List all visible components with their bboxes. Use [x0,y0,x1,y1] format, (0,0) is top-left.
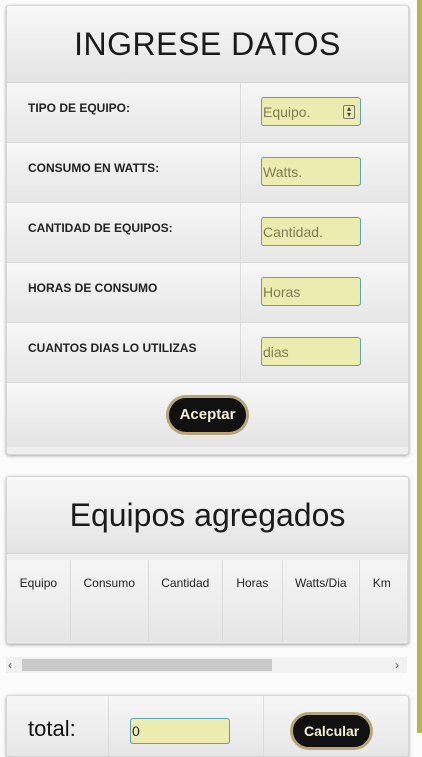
calculate-button[interactable]: Calcular [290,712,374,750]
table-horizontal-scrollbar[interactable]: ‹ › [6,657,407,673]
field-cell: Equipo. ▴ ▾ [241,83,408,142]
form-card: INGRESE DATOS TIPO DE EQUIPO: Equipo. ▴ ▾… [6,5,409,455]
total-label: total: [28,716,76,741]
field-label: HORAS DE CONSUMO [7,263,241,322]
field-cell: Cantidad. [241,203,408,262]
watts-input[interactable]: Watts. [261,157,361,186]
form-title: INGRESE DATOS [74,25,341,62]
equipo-placeholder: Equipo. [263,103,311,120]
field-cell: Watts. [241,143,408,202]
field-cell: Horas [241,263,408,322]
dias-placeholder: dias [263,343,289,360]
select-arrows-icon: ▴ ▾ [343,104,355,119]
field-label: CANTIDAD DE EQUIPOS: [7,203,241,262]
field-row-cantidad: CANTIDAD DE EQUIPOS: Cantidad. [7,203,408,263]
calc-cell: Calcular [264,696,408,756]
horas-input[interactable]: Horas [261,277,361,306]
field-label: CUANTOS DIAS LO UTILIZAS [7,323,241,382]
accept-row: Aceptar [7,383,408,447]
field-cell: dias [241,323,408,382]
total-value-cell: 0 [109,696,264,756]
equipment-card: Equipos agregados Equipo Consumo Cantida… [6,476,409,644]
column-header: Km [360,560,408,642]
cantidad-input[interactable]: Cantidad. [261,217,361,246]
equipment-title: Equipos agregados [69,496,346,533]
equipment-header: Equipos agregados [7,477,408,554]
total-input[interactable]: 0 [130,718,230,744]
field-row-horas: HORAS DE CONSUMO Horas [7,263,408,323]
total-value: 0 [132,723,140,739]
total-label-cell: total: [7,696,109,756]
column-header: Cantidad [149,560,223,642]
accept-button[interactable]: Aceptar [165,395,250,435]
field-row-watts: CONSUMO EN WATTS: Watts. [7,143,408,203]
column-header: Watts/Dia [283,560,360,642]
dias-input[interactable]: dias [261,337,361,366]
column-header: Horas [223,560,283,642]
watts-placeholder: Watts. [263,163,303,180]
field-row-dias: CUANTOS DIAS LO UTILIZAS dias [7,323,408,383]
summary-row: total: 0 Calcular [7,696,408,756]
equipment-table-header: Equipo Consumo Cantidad Horas Watts/Dia … [7,560,408,642]
field-label: CONSUMO EN WATTS: [7,143,241,202]
form-header: INGRESE DATOS [7,6,408,83]
column-header: Consumo [71,560,149,642]
right-edge-bar [417,0,422,733]
summary-card: total: 0 Calcular [6,695,409,757]
chevron-left-icon[interactable]: ‹ [8,657,12,673]
equipo-select[interactable]: Equipo. ▴ ▾ [261,97,361,126]
horas-placeholder: Horas [263,283,301,300]
column-header: Equipo [7,560,71,642]
chevron-right-icon[interactable]: › [395,657,399,673]
cantidad-placeholder: Cantidad. [263,223,323,240]
scroll-thumb[interactable] [22,659,272,671]
field-label: TIPO DE EQUIPO: [7,83,241,142]
field-row-equipo: TIPO DE EQUIPO: Equipo. ▴ ▾ [7,83,408,143]
